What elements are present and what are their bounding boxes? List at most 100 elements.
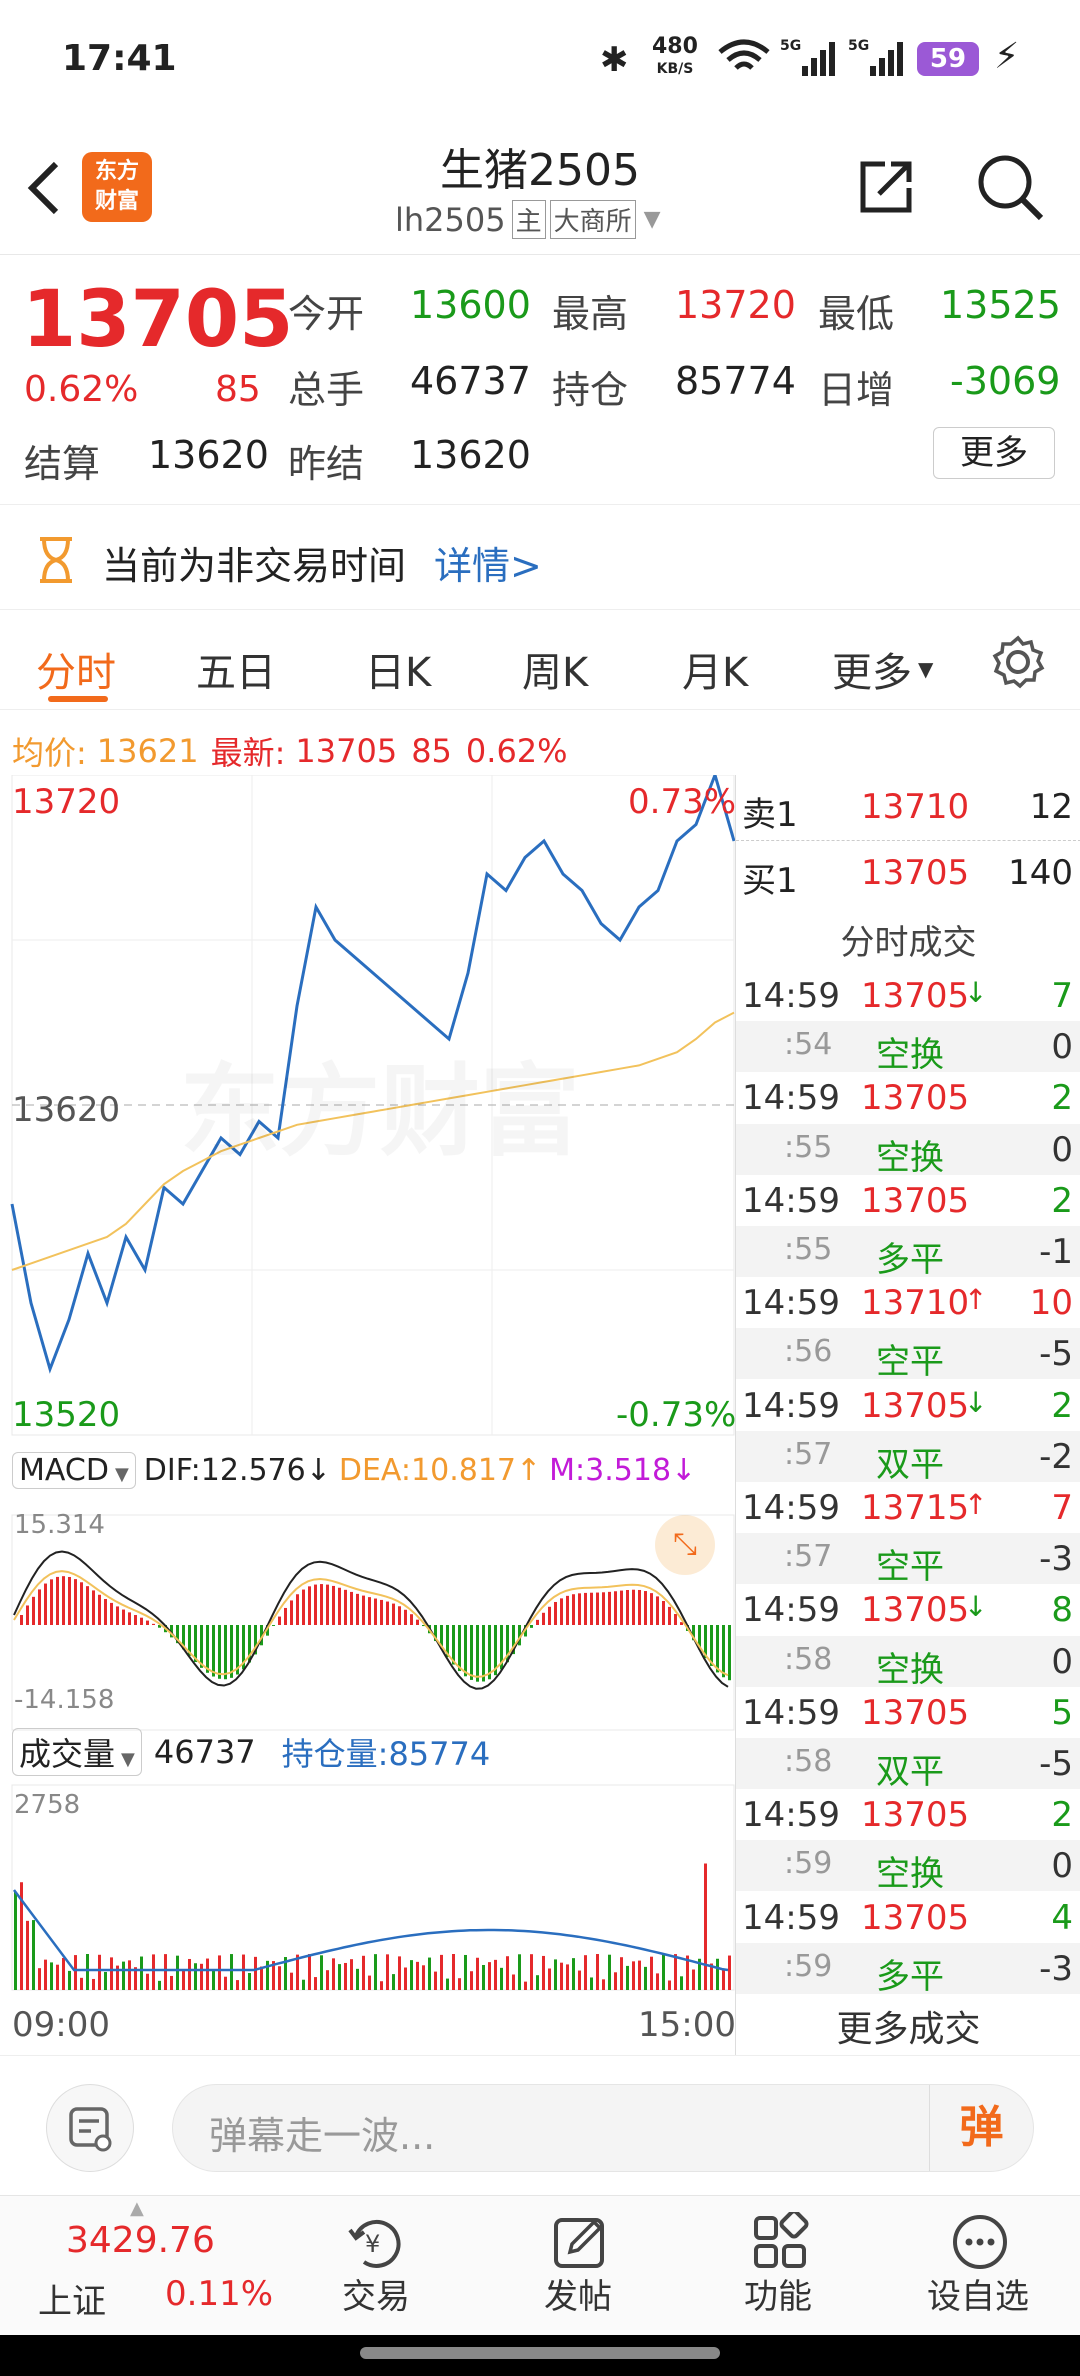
tab-more[interactable]: 更多 ▼ — [832, 640, 933, 698]
trade-row: 14:59 13705 ↓ 8 — [736, 1584, 1080, 1635]
contract-code: lh2505 — [395, 200, 506, 239]
volume-bar — [140, 1956, 143, 1990]
share-icon[interactable] — [855, 156, 917, 218]
macd-bar — [536, 1619, 539, 1625]
volume-bar — [716, 1958, 719, 1990]
volume-bar — [56, 1964, 59, 1990]
nav-post[interactable]: 发帖 — [498, 2196, 658, 2336]
volume-bar — [128, 1960, 131, 1990]
macd-bar — [548, 1606, 551, 1625]
volume-bar — [608, 1954, 611, 1990]
trade-time: :55 — [784, 1232, 833, 1267]
trading-notice[interactable]: 当前为非交易时间 详情> — [0, 505, 1080, 610]
bid-label: 买1 — [742, 861, 798, 901]
trade-price: 13705 — [861, 976, 970, 1016]
volume-bar — [278, 1966, 281, 1990]
volume-bar — [704, 1863, 707, 1990]
trade-volume: 4 — [1051, 1897, 1073, 1938]
trade-volume: -2 — [1039, 1436, 1073, 1477]
index-value[interactable]: 3429.76 — [66, 2220, 215, 2261]
search-icon[interactable] — [975, 152, 1045, 222]
exchange-tag: 大商所 — [549, 200, 636, 239]
macd-bar — [200, 1625, 203, 1668]
settings-gear-icon[interactable] — [990, 634, 1046, 690]
volume-bar — [650, 1956, 653, 1990]
volume-bar — [242, 1954, 245, 1990]
macd-bar — [152, 1623, 155, 1625]
high-value: 13720 — [675, 283, 796, 327]
trade-volume: -1 — [1039, 1232, 1073, 1272]
volume-bar — [38, 1968, 41, 1990]
comment-bar: 弹幕走一波... 弹 — [0, 2055, 1080, 2195]
trade-time: :59 — [784, 1846, 833, 1882]
volume-bar — [380, 1981, 383, 1990]
danmu-toggle-button[interactable]: 弹 — [929, 2085, 1033, 2171]
volume-bar — [578, 1970, 581, 1990]
tab-monthly-k[interactable]: 月K — [682, 640, 748, 698]
dif-arrow-icon: ↓ — [305, 1453, 331, 1488]
volume-bar — [182, 1969, 185, 1990]
expand-icon[interactable]: ⤡ — [655, 1515, 715, 1575]
tab-intraday[interactable]: 分时 — [36, 640, 116, 698]
danmu-settings-button[interactable] — [46, 2084, 134, 2172]
home-indicator[interactable] — [360, 2347, 720, 2359]
contract-subtitle[interactable]: lh2505 主 大商所 ▼ — [395, 200, 661, 239]
x-start-label: 09:00 — [12, 2005, 110, 2045]
last-price: 13705 — [22, 275, 294, 365]
danmu-input[interactable]: 弹幕走一波... 弹 — [172, 2084, 1034, 2172]
macd-bar — [80, 1582, 83, 1625]
trade-time: 14:59 — [742, 1488, 840, 1528]
volume-bar — [104, 1971, 107, 1990]
tab-daily-k[interactable]: 日K — [365, 640, 431, 698]
trade-row: 14:59 13715 ↑ 7 — [736, 1482, 1080, 1533]
volume-bar — [254, 1956, 257, 1990]
volume-bar — [500, 1967, 503, 1990]
macd-select[interactable]: MACD ▼ — [12, 1452, 136, 1489]
trade-volume: -5 — [1039, 1744, 1073, 1784]
trade-volume: -3 — [1039, 1539, 1073, 1580]
trade-row: 14:59 13705 ↓ 7 — [736, 970, 1080, 1021]
macd-bar — [638, 1589, 641, 1625]
prev-settle-label: 昨结 — [288, 442, 365, 486]
volume-bar — [494, 1959, 497, 1990]
volume-bar — [554, 1959, 557, 1990]
trade-row: :56 空平 -5 — [736, 1328, 1080, 1382]
open-value: 13600 — [410, 283, 531, 327]
nav-trade[interactable]: ¥ 交易 — [296, 2196, 456, 2336]
trades-title: 分时成交 — [840, 923, 977, 963]
trade-row: 14:59 13705 5 — [736, 1687, 1080, 1738]
low-label: 最低 — [818, 292, 895, 336]
macd-bar — [356, 1593, 359, 1625]
y-bot-label: 13520 — [12, 1395, 121, 1435]
arrow-down-icon: ↓ — [964, 1590, 988, 1624]
trade-price: 13705 — [861, 1897, 970, 1938]
trade-time: :57 — [784, 1436, 833, 1472]
volume-bar — [206, 1958, 209, 1990]
macd-bar — [290, 1600, 293, 1625]
macd-bar — [410, 1614, 413, 1625]
volume-bar — [434, 1971, 437, 1990]
more-button[interactable]: 更多 — [933, 427, 1055, 479]
volume-select[interactable]: 成交量 ▼ — [12, 1728, 142, 1776]
macd-bar — [302, 1589, 305, 1625]
svg-text:¥: ¥ — [365, 2230, 380, 2258]
volume-bar — [596, 1954, 599, 1990]
more-trades-button[interactable]: 更多成交 — [736, 2000, 1080, 2052]
macd-bar — [668, 1606, 671, 1625]
volume-bar — [194, 1963, 197, 1990]
macd-bar — [386, 1601, 389, 1625]
volume-bar — [614, 1972, 617, 1990]
tab-five-day[interactable]: 五日 — [196, 640, 276, 698]
net-unit: KB/S — [656, 61, 694, 77]
danmu-settings-icon — [69, 2107, 112, 2152]
tab-weekly-k[interactable]: 周K — [522, 640, 588, 698]
volume-bar — [350, 1959, 353, 1990]
nav-functions[interactable]: 功能 — [698, 2196, 858, 2336]
nav-watchlist[interactable]: 设自选 — [898, 2196, 1058, 2336]
pct-top-label: 0.73% — [628, 782, 737, 822]
macd-bar — [560, 1598, 563, 1625]
trade-row: 14:59 13705 ↓ 2 — [736, 1380, 1080, 1431]
volume-bar — [464, 1954, 467, 1990]
expand-up-icon[interactable]: ▲ — [130, 2198, 144, 2219]
notice-detail-link[interactable]: 详情> — [434, 535, 542, 590]
